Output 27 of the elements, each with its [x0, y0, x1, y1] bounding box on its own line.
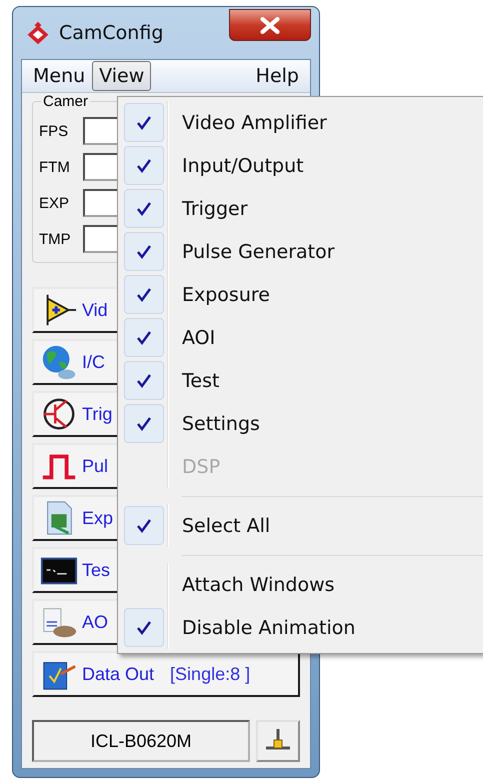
globe-icon [40, 343, 78, 381]
menu-option[interactable]: Input/Output [182, 154, 304, 176]
close-button[interactable] [229, 9, 311, 41]
menu-option[interactable]: Test [182, 370, 220, 392]
close-icon [259, 16, 281, 34]
field-label: EXP [39, 194, 70, 212]
module-button[interactable]: Data Out [Single:8 ] [32, 651, 300, 697]
field-label: TMP [39, 230, 72, 248]
menu-item[interactable]: View [92, 61, 152, 91]
connect-button[interactable] [256, 720, 300, 762]
menu-option[interactable]: Select All [182, 514, 270, 536]
menu-option[interactable]: Attach Windows [182, 574, 335, 596]
field-label: FPS [39, 122, 70, 140]
menu-option[interactable]: Disable Animation [182, 616, 356, 638]
menu-item[interactable]: Menu [26, 61, 92, 91]
logo-icon [25, 20, 51, 46]
menu-item[interactable]: Help [248, 61, 306, 91]
menu-option[interactable]: Video Amplifier [182, 112, 327, 134]
menu-option[interactable]: AOI [182, 326, 216, 348]
menu-option[interactable]: Exposure [182, 284, 270, 306]
mode-label: [Single:8 ] [170, 664, 250, 684]
window-title: CamConfig [59, 22, 164, 44]
menu-option[interactable]: Trigger [182, 198, 248, 220]
field-label: FTM [39, 158, 71, 176]
camera-name-field: ICL-B0620M [32, 720, 250, 762]
menu-option[interactable]: Settings [182, 412, 260, 434]
menu-option[interactable]: Pulse Generator [182, 240, 335, 262]
